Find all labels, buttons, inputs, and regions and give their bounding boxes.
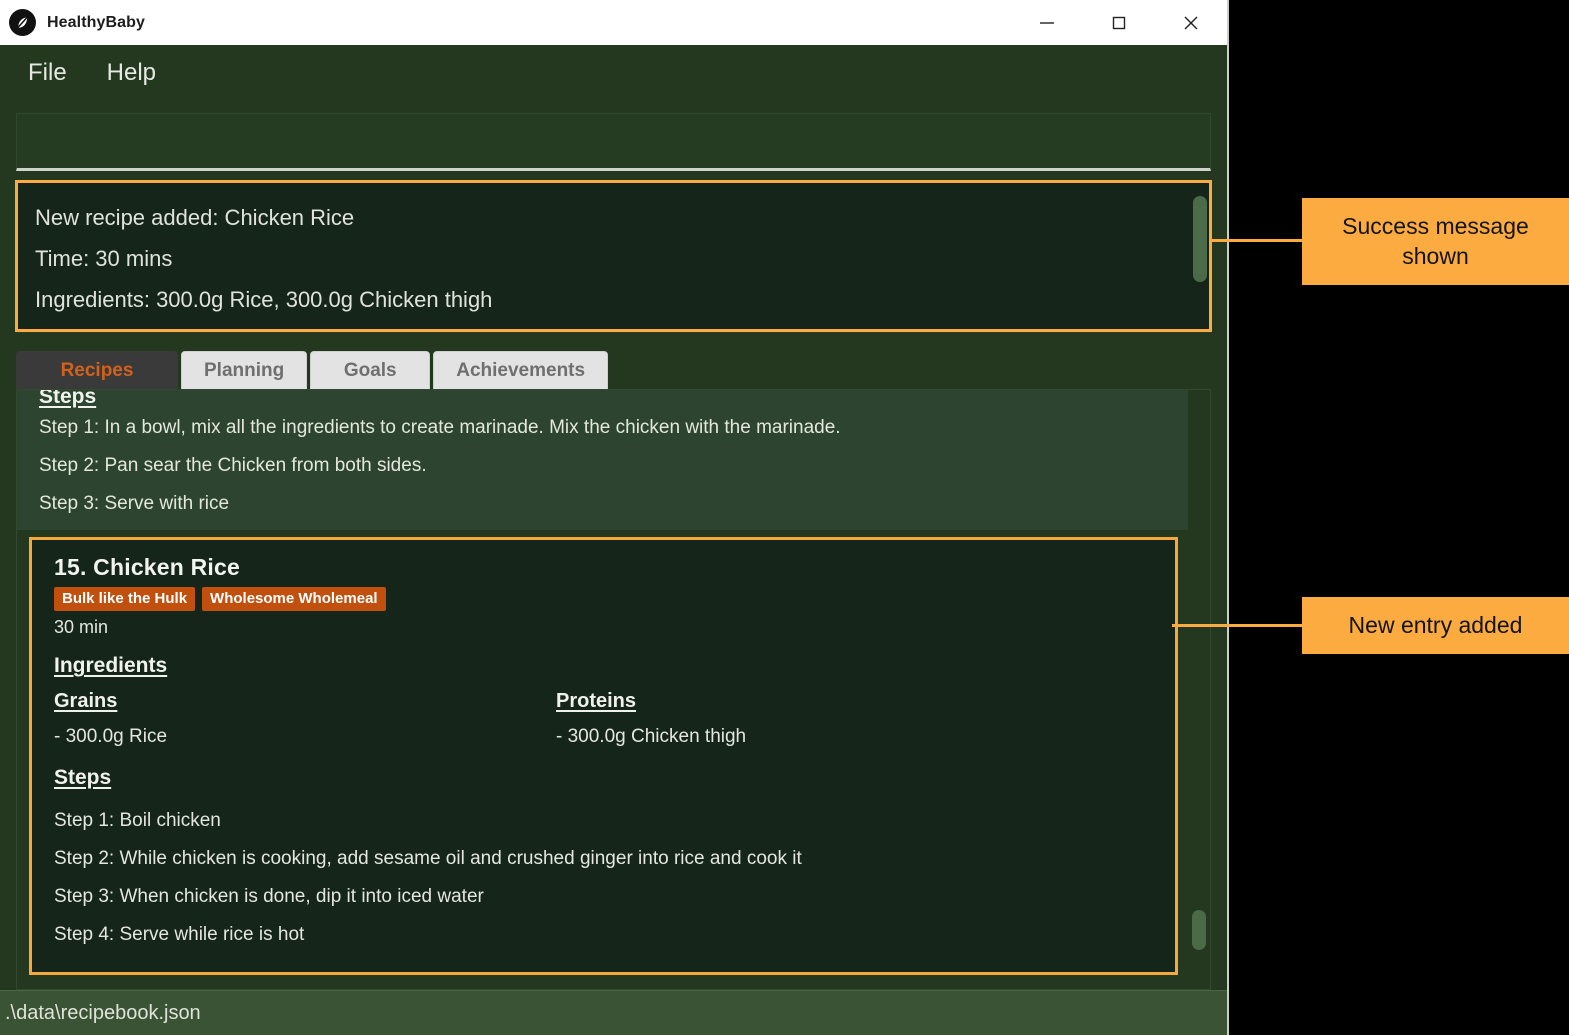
steps-heading: Steps xyxy=(54,765,112,789)
callout-line-2: shown xyxy=(1402,242,1469,269)
menu-item-help[interactable]: Help xyxy=(103,59,160,87)
tab-bar: Recipes Planning Goals Achievements xyxy=(16,345,1211,389)
recipe-title: 15. Chicken Rice xyxy=(54,554,241,580)
ingredient-group-proteins: Proteins - 300.0g Chicken thigh xyxy=(556,690,1058,752)
step-line: Step 4: Serve while rice is hot xyxy=(54,923,305,945)
tab-label: Goals xyxy=(343,359,397,381)
ingredients-heading: Ingredients xyxy=(54,654,168,678)
message-line: New recipe added: Chicken Rice xyxy=(35,205,355,230)
ingredients-grid: Grains - 300.0g Rice Proteins - 300.0g C… xyxy=(54,690,1153,752)
steps-heading: Steps xyxy=(39,390,97,408)
message-box-wrap: New recipe added: Chicken Rice Time: 30 … xyxy=(16,181,1211,333)
tab-planning[interactable]: Planning xyxy=(181,351,308,389)
message-log-box[interactable]: New recipe added: Chicken Rice Time: 30 … xyxy=(16,181,1211,333)
ingredient-item: - 300.0g Chicken thigh xyxy=(556,726,747,748)
connector-line-success-message xyxy=(1212,239,1302,242)
ingredient-category: Grains xyxy=(54,690,118,713)
badge-bulk-like-the-hulk: Bulk like the Hulk xyxy=(54,587,196,612)
app-window: HealthyBaby File Help New recipe added: … xyxy=(0,0,1229,1035)
ingredient-item: - 300.0g Rice xyxy=(54,726,168,748)
message-scrollbar-track[interactable] xyxy=(1190,182,1210,332)
leaf-icon xyxy=(9,9,36,36)
status-bar: .\data\recipebook.json xyxy=(0,990,1227,1035)
window-controls xyxy=(1011,0,1227,45)
step-line: Step 1: In a bowl, mix all the ingredien… xyxy=(39,417,841,438)
title-bar: HealthyBaby xyxy=(0,0,1227,45)
badge-wholesome-wholemeal: Wholesome Wholemeal xyxy=(202,587,386,612)
tab-recipes[interactable]: Recipes xyxy=(16,351,178,389)
title-bar-left: HealthyBaby xyxy=(0,9,1011,36)
message-log-text: New recipe added: Chicken Rice Time: 30 … xyxy=(17,182,1190,332)
ingredient-group-grains: Grains - 300.0g Rice xyxy=(54,690,556,752)
recipe-time: 30 min xyxy=(54,617,109,638)
close-button[interactable] xyxy=(1155,0,1227,45)
message-line: Ingredients: 300.0g Rice, 300.0g Chicken… xyxy=(35,286,493,312)
message-scrollbar-thumb[interactable] xyxy=(1193,196,1207,282)
command-input[interactable] xyxy=(16,113,1211,171)
recipe-list: Steps Step 1: In a bowl, mix all the ing… xyxy=(17,390,1188,989)
step-line: Step 2: While chicken is cooking, add se… xyxy=(54,847,802,869)
minimize-icon xyxy=(1040,21,1054,24)
app-title: HealthyBaby xyxy=(47,13,146,31)
close-icon xyxy=(1184,16,1198,29)
screenshot-root: HealthyBaby File Help New recipe added: … xyxy=(0,0,1569,1035)
connector-line-new-entry xyxy=(1172,624,1302,627)
callout-line-1: Success message xyxy=(1342,212,1529,239)
menu-bar: File Help xyxy=(0,45,1227,101)
entry-row xyxy=(16,101,1211,173)
menu-item-file[interactable]: File xyxy=(24,59,71,87)
tab-label: Achievements xyxy=(456,359,586,381)
message-line: Time: 30 mins xyxy=(35,245,173,271)
recipe-card-new[interactable]: 15. Chicken Rice Bulk like the Hulk Whol… xyxy=(29,537,1178,975)
tab-label: Planning xyxy=(204,359,285,381)
step-line: Step 3: When chicken is done, dip it int… xyxy=(54,885,484,907)
tab-goals[interactable]: Goals xyxy=(310,351,431,389)
minimize-button[interactable] xyxy=(1011,0,1083,45)
step-line: Step 3: Serve with rice xyxy=(39,493,230,514)
callout-new-entry: New entry added xyxy=(1302,597,1569,654)
recipe-badges: Bulk like the Hulk Wholesome Wholemeal xyxy=(54,587,1153,612)
app-body: New recipe added: Chicken Rice Time: 30 … xyxy=(0,101,1227,990)
status-file-path: .\data\recipebook.json xyxy=(5,1001,201,1024)
callout-line-1: New entry added xyxy=(1348,611,1523,638)
step-line: Step 1: Boil chicken xyxy=(54,809,221,831)
ingredient-category: Proteins xyxy=(556,690,637,713)
recipe-card-previous[interactable]: Steps Step 1: In a bowl, mix all the ing… xyxy=(17,390,1188,530)
step-line: Step 2: Pan sear the Chicken from both s… xyxy=(39,455,427,476)
maximize-icon xyxy=(1112,16,1126,29)
callout-success-message: Success message shown xyxy=(1302,198,1569,285)
recipe-list-scrollbar-track[interactable] xyxy=(1188,390,1210,989)
recipe-list-area: Steps Step 1: In a bowl, mix all the ing… xyxy=(16,389,1211,990)
tab-label: Recipes xyxy=(60,359,134,381)
tab-achievements[interactable]: Achievements xyxy=(433,351,609,389)
maximize-button[interactable] xyxy=(1083,0,1155,45)
recipe-list-scrollbar-thumb[interactable] xyxy=(1192,910,1206,950)
